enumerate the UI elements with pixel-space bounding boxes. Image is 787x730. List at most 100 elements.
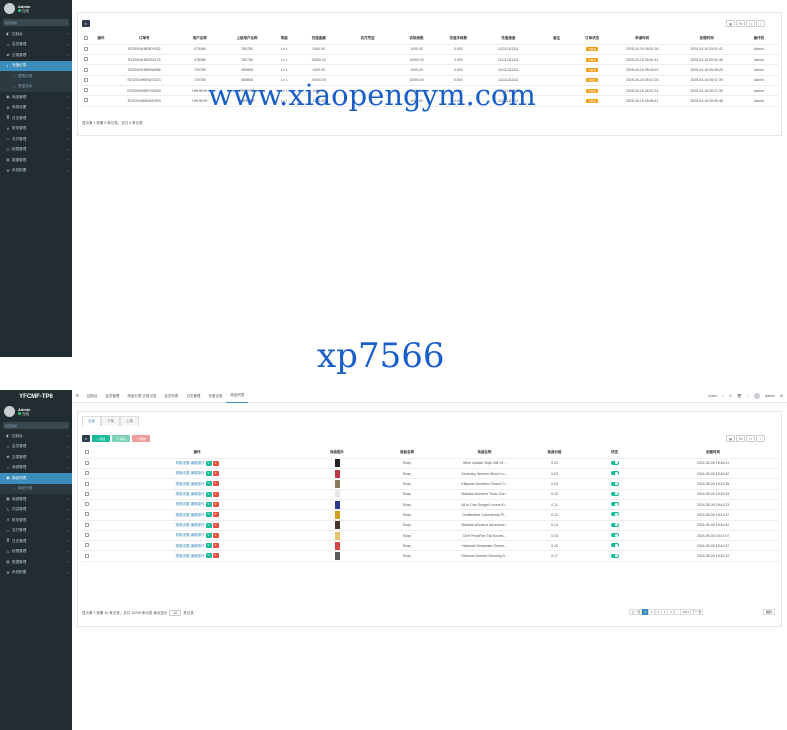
edit-op-link[interactable]: 编辑操作 xyxy=(191,492,205,496)
column-header[interactable]: 订单号 xyxy=(110,34,178,45)
table-icon[interactable]: ▦ xyxy=(726,435,735,442)
product-image[interactable] xyxy=(334,552,340,561)
export-icon[interactable]: ⤓▾ xyxy=(746,435,755,442)
table-row[interactable]: 规格设置编辑操作 ✎ ✕ Ebay Chef PenaFlex Tall Knives.… xyxy=(82,530,779,542)
status-toggle[interactable] xyxy=(610,553,619,558)
edit-op-link[interactable]: 编辑操作 xyxy=(191,554,205,558)
column-header[interactable]: 创建时间 xyxy=(647,448,779,459)
edit-op-link[interactable]: 编辑操作 xyxy=(191,544,205,548)
sidebar-item-2[interactable]: ⇄ 交易管理 ‹ xyxy=(0,452,72,463)
sidebar-item-8[interactable]: ≣ 日志管理 ‹ xyxy=(0,113,72,124)
sidebar-item-4[interactable]: ○ 提现记录 xyxy=(0,71,72,82)
select-all-checkbox[interactable] xyxy=(82,448,92,459)
sidebar-item-9[interactable]: ▭ 支付管理 ‹ xyxy=(0,526,72,537)
table-row[interactable]: 规格设置编辑操作 ✎ ✕ Ebay Staklias Womens Adventure.… xyxy=(82,520,779,531)
spec-link[interactable]: 规格设置 xyxy=(176,533,190,537)
edit-op-link[interactable]: 编辑操作 xyxy=(191,533,205,537)
search-icon[interactable]: ⌕ xyxy=(756,20,765,27)
column-header[interactable]: 状态 xyxy=(582,448,647,459)
delete-icon[interactable]: ✕ xyxy=(212,481,219,487)
delete-icon[interactable]: ✕ xyxy=(212,460,219,466)
delete-icon[interactable]: ✕ xyxy=(212,532,219,538)
goto-button[interactable]: 跳转 xyxy=(763,609,776,615)
sidebar-item-13[interactable]: ⚒ 系统配置 ‹ xyxy=(0,166,72,177)
column-header[interactable]: 等级 xyxy=(272,34,297,45)
edit-op-link[interactable]: 编辑操作 xyxy=(191,461,205,465)
edit-icon[interactable]: ✎ xyxy=(205,553,212,559)
column-header[interactable]: 申请时间 xyxy=(609,34,675,45)
edit-op-link[interactable]: 编辑操作 xyxy=(191,502,205,506)
row-checkbox[interactable] xyxy=(85,512,89,517)
brand-logo[interactable]: YFCMF-TP6 xyxy=(0,390,72,403)
select-all-checkbox[interactable] xyxy=(82,34,91,45)
table-row[interactable]: 规格设置编辑操作 ✎ ✕ Ebay All In One Gadget Lovers K… xyxy=(82,499,779,511)
product-image[interactable] xyxy=(334,531,340,540)
sidebar-item-5[interactable]: ○ 商品分类 xyxy=(0,483,72,494)
product-image[interactable] xyxy=(334,510,340,519)
menu-toggle-icon[interactable]: ≡ xyxy=(72,390,83,403)
sidebar-item-0[interactable]: ◧ 控制台 ‹ xyxy=(0,431,72,442)
row-checkbox[interactable] xyxy=(84,98,89,103)
sidebar-item-5[interactable]: ○ 资金流水 xyxy=(0,81,72,92)
table-row[interactable]: 规格设置编辑操作 ✎ ✕ Ebay Kittyslos Womens Closed O.… xyxy=(82,478,779,490)
refresh-icon[interactable]: ↻ xyxy=(729,394,732,398)
sidebar-item-10[interactable]: ▭ 支付管理 ‹ xyxy=(0,134,72,145)
sidebar-item-0[interactable]: ◧ 控制台 ‹ xyxy=(0,29,72,40)
index-link[interactable]: Index xyxy=(708,394,717,398)
edit-icon[interactable]: ✎ xyxy=(205,543,212,549)
row-checkbox[interactable] xyxy=(84,67,89,72)
spec-link[interactable]: 规格设置 xyxy=(176,482,190,486)
page-link[interactable]: 下一页 xyxy=(690,609,704,615)
spec-link[interactable]: 规格设置 xyxy=(176,461,190,465)
status-toggle[interactable] xyxy=(610,543,619,548)
table-row[interactable]: 规格设置编辑操作 ✎ ✕ Ebay Outtlimated Commercial Pl.… xyxy=(82,509,779,521)
columns-icon[interactable]: ☰▾ xyxy=(736,20,745,27)
edit-op-link[interactable]: 编辑操作 xyxy=(191,482,205,486)
status-toggle[interactable] xyxy=(610,491,619,496)
sidebar-search-input[interactable]: 搜索菜单 xyxy=(5,21,17,25)
sidebar-item-2[interactable]: ⇄ 交易管理 ‹ xyxy=(0,50,72,61)
add-button[interactable]: + 添加 xyxy=(92,435,110,442)
table-row[interactable]: 规格设置编辑操作 ✎ ✕ Ebay Kentucky Women Winch Lo...… xyxy=(82,468,779,480)
delete-icon[interactable]: ✕ xyxy=(212,543,219,549)
column-header[interactable]: 处理时间 xyxy=(674,34,739,45)
column-header[interactable]: 实付凭证 xyxy=(340,34,395,45)
edit-op-link[interactable]: 编辑操作 xyxy=(191,513,205,517)
row-checkbox[interactable] xyxy=(85,533,89,538)
row-checkbox[interactable] xyxy=(84,57,89,62)
settings-icon[interactable]: ⚙ xyxy=(780,394,783,398)
column-header[interactable]: 操作 xyxy=(92,448,302,459)
edit-icon[interactable]: ✎ xyxy=(205,481,212,487)
row-checkbox[interactable] xyxy=(85,553,89,558)
sidebar-item-7[interactable]: ⚙ 系统设置 ‹ xyxy=(0,103,72,114)
edit-icon[interactable]: ✎ xyxy=(205,471,212,477)
sidebar-item-9[interactable]: ¥ 财务管理 ‹ xyxy=(0,124,72,135)
table-row[interactable]: 规格设置编辑操作 ✎ ✕ Ebay Wine Update Style Gift Of.… xyxy=(82,458,779,470)
edit-op-link[interactable]: 编辑操作 xyxy=(191,471,205,475)
spec-link[interactable]: 规格设置 xyxy=(176,544,190,548)
checkbox-icon[interactable] xyxy=(85,450,89,455)
sidebar-item-3[interactable]: ◐ 充值记录 xyxy=(0,60,72,71)
column-header[interactable]: 上级用户名称 xyxy=(222,34,273,45)
table-row[interactable]: 规格设置编辑操作 ✎ ✕ Ebay Ohmoral Women Running D...… xyxy=(82,550,779,562)
spec-link[interactable]: 规格设置 xyxy=(176,513,190,517)
row-checkbox[interactable] xyxy=(84,88,89,93)
search-icon[interactable]: ⌕ xyxy=(65,21,67,25)
spec-link[interactable]: 规格设置 xyxy=(176,554,190,558)
content-tab-1[interactable]: 下架 xyxy=(101,416,120,426)
row-checkbox[interactable] xyxy=(85,502,89,507)
product-image[interactable] xyxy=(334,490,340,499)
nav-tab-1[interactable]: 会员管理 xyxy=(101,390,123,403)
sidebar-item-13[interactable]: ⚒ 系统配置 ‹ xyxy=(0,568,72,579)
sidebar-item-3[interactable]: ⌂ 商城管理 ‹ xyxy=(0,463,72,474)
nav-tab-2[interactable]: 商品分类 交易记录 xyxy=(123,390,160,403)
column-header[interactable]: 备注 xyxy=(538,34,575,45)
sidebar-search-input[interactable]: 搜索菜单 xyxy=(5,424,17,428)
product-image[interactable] xyxy=(334,521,340,530)
edit-icon[interactable]: ✎ xyxy=(205,491,212,497)
sidebar-item-4[interactable]: ▣ 商品列表 xyxy=(0,473,72,484)
sidebar-item-11[interactable]: ⚿ 权限管理 ‹ xyxy=(0,547,72,558)
spec-link[interactable]: 规格设置 xyxy=(176,523,190,527)
search-icon[interactable]: ⌕ xyxy=(65,424,67,428)
spec-link[interactable]: 规格设置 xyxy=(176,502,190,506)
